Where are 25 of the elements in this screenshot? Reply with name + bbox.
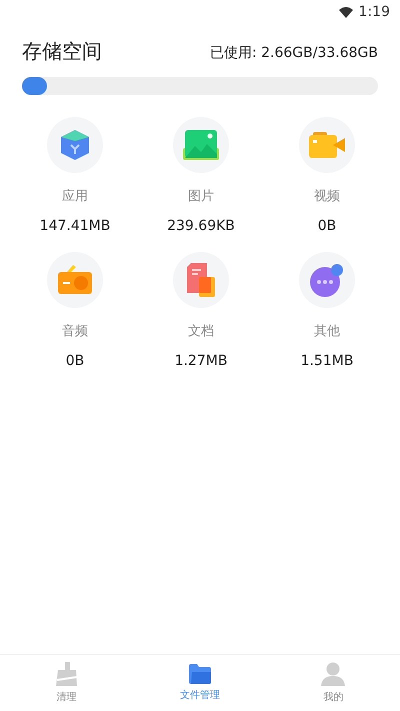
storage-title: 存储空间 [22,38,102,65]
wifi-icon [338,6,353,18]
folder-icon [188,664,211,684]
category-size: 1.27MB [174,353,228,369]
category-label: 视频 [314,188,340,205]
radio-icon [58,265,92,295]
category-size: 1.51MB [300,353,354,369]
person-icon [321,662,346,686]
category-label: 应用 [62,188,88,205]
storage-used: 已使用: 2.66GB/33.68GB [210,44,378,62]
more-icon [310,263,344,297]
category-size: 0B [66,353,84,369]
video-camera-icon [309,132,345,158]
category-label: 其他 [314,323,340,340]
cube-icon [60,129,90,161]
category-label: 音频 [62,323,88,340]
category-label: 图片 [188,188,214,205]
category-size: 0B [318,218,336,234]
category-size: 147.41MB [40,218,110,234]
document-icon [187,263,215,297]
brush-icon [56,662,78,686]
clock-time: 1:19 [358,4,390,20]
category-size: 239.69KB [167,218,235,234]
category-label: 文档 [188,323,214,340]
image-icon [183,130,219,160]
